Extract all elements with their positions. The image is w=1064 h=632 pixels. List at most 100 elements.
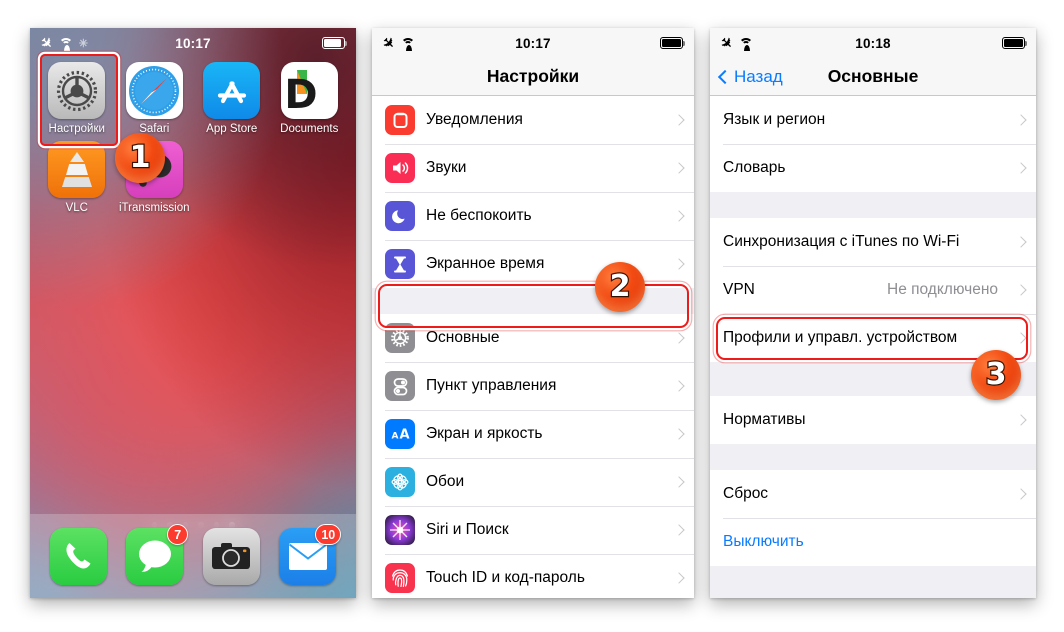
status-right-icons [322, 37, 348, 49]
phone-handset-icon [49, 527, 107, 585]
row-label: Основные [426, 329, 500, 346]
app-store-icon [203, 62, 261, 119]
gear-glyph [56, 70, 97, 111]
general-row-vpn[interactable]: VPN Не подключено [710, 266, 1036, 314]
vlc-cone-icon [48, 141, 106, 198]
settings-row-display-brightness[interactable]: A A Экран и яркость [372, 410, 694, 458]
home-app-grid: Настройки Safari App Store D Documents V… [30, 58, 356, 214]
compass-glyph [129, 65, 180, 116]
chevron-right-icon [1015, 332, 1027, 344]
general-row-language-region[interactable]: Язык и регион [710, 96, 1036, 144]
app-app-store[interactable]: App Store [195, 62, 269, 135]
general-row-dictionary[interactable]: Словарь [710, 144, 1036, 192]
app-settings[interactable]: Настройки [40, 62, 114, 135]
general-row-shutdown[interactable]: Выключить [710, 518, 1036, 566]
chevron-right-icon [673, 476, 685, 488]
group-separator [710, 444, 1036, 470]
chevron-right-icon [1015, 162, 1027, 174]
settings-group-2: Основные Пункт управления A A Экран и яр… [372, 314, 694, 598]
chevron-right-icon [673, 524, 685, 536]
row-label: Язык и регион [723, 111, 826, 128]
chevron-right-icon [673, 114, 685, 126]
general-nav-bar: Назад Основные [710, 58, 1036, 96]
app-vlc[interactable]: VLC [40, 141, 114, 214]
group-separator [710, 192, 1036, 218]
chevron-right-icon [1015, 236, 1027, 248]
app-safari[interactable]: Safari [118, 62, 192, 135]
step-number: 2 [608, 269, 631, 304]
home-dock: 7 10 [30, 514, 356, 598]
svg-text:D: D [284, 72, 317, 118]
row-label: Профили и управл. устройством [723, 329, 958, 346]
row-label: Нормативы [723, 411, 806, 428]
control-center-icon [385, 371, 415, 401]
battery-icon [1002, 37, 1028, 49]
row-label: Экранное время [426, 255, 545, 272]
app-label: Настройки [48, 123, 105, 135]
app-label: iTransmission [118, 202, 190, 214]
row-label: Пункт управления [426, 377, 557, 394]
svg-text:A: A [399, 428, 409, 443]
app-store-glyph [217, 80, 246, 103]
settings-row-notifications[interactable]: Уведомления [372, 96, 694, 144]
general-row-regulatory[interactable]: Нормативы [710, 396, 1036, 444]
settings-row-control-center[interactable]: Пункт управления [372, 362, 694, 410]
battery-icon [322, 37, 348, 49]
settings-row-wallpaper[interactable]: Обои [372, 458, 694, 506]
settings-status-bar: ✈ 10:17 [372, 28, 694, 58]
display-brightness-icon: A A [385, 419, 415, 449]
dock-app-mail[interactable]: 10 [279, 523, 342, 585]
notifications-icon [385, 105, 415, 135]
row-label: VPN [723, 281, 755, 298]
vlc-glyph [61, 151, 92, 187]
chevron-right-icon [673, 210, 685, 222]
dock-app-messages[interactable]: 7 [126, 523, 189, 585]
chevron-right-icon [1015, 414, 1027, 426]
row-label: Сброс [723, 485, 769, 502]
step-badge-1: 1 [115, 133, 165, 183]
general-row-itunes-wifi-sync[interactable]: Синхронизация с iTunes по Wi-Fi [710, 218, 1036, 266]
settings-row-sounds[interactable]: Звуки [372, 144, 694, 192]
dock-app-phone[interactable] [49, 527, 107, 585]
siri-icon [385, 515, 415, 545]
chevron-right-icon [1015, 114, 1027, 126]
documents-d-icon: D [280, 62, 338, 119]
row-label: Экран и яркость [426, 425, 543, 442]
status-clock: 10:17 [515, 35, 551, 51]
settings-row-touch-id[interactable]: Touch ID и код-пароль [372, 554, 694, 598]
settings-row-do-not-disturb[interactable]: Не беспокоить [372, 192, 694, 240]
general-row-reset[interactable]: Сброс [710, 470, 1036, 518]
settings-gear-icon [48, 62, 106, 119]
chevron-right-icon [673, 258, 685, 270]
settings-row-screen-time[interactable]: Экранное время [372, 240, 694, 288]
screenshot-stage: ✈ ✳ 10:17 Настройки Safari App Store D D… [0, 0, 1064, 632]
touch-id-fingerprint-icon [385, 563, 415, 593]
chevron-right-icon [673, 572, 685, 584]
settings-list[interactable]: Уведомления Звуки Не беспокоить Экранное… [372, 96, 694, 598]
general-list[interactable]: Язык и регион Словарь Синхронизация с iT… [710, 96, 1036, 598]
app-documents[interactable]: D Documents [273, 62, 347, 135]
iphone-home-screen: ✈ ✳ 10:17 Настройки Safari App Store D D… [30, 28, 356, 598]
general-group-2: Синхронизация с iTunes по Wi-Fi VPN Не п… [710, 218, 1036, 362]
row-label: Touch ID и код-пароль [426, 569, 585, 586]
badge-mail: 10 [315, 523, 342, 545]
chevron-right-icon [673, 162, 685, 174]
status-right-icons [1002, 37, 1028, 49]
row-value: Не подключено [887, 281, 998, 298]
status-clock: 10:17 [175, 35, 211, 51]
bubble-glyph [138, 540, 171, 572]
row-label: Обои [426, 473, 465, 490]
iphone-settings-screen: ✈ 10:17 Настройки Уведомления Звуки Не б… [372, 28, 694, 598]
general-gear-icon [385, 323, 415, 353]
back-button[interactable]: Назад [717, 67, 783, 87]
row-label: Siri и Поиск [426, 521, 509, 538]
app-label: App Store [206, 123, 258, 135]
camera-glyph [212, 543, 251, 569]
dock-app-camera[interactable] [202, 527, 260, 585]
general-status-bar: ✈ 10:18 [710, 28, 1036, 58]
settings-row-general[interactable]: Основные [372, 314, 694, 362]
settings-row-siri[interactable]: Siri и Поиск [372, 506, 694, 554]
home-status-bar: ✈ ✳ 10:17 [30, 28, 356, 58]
general-group-3: Нормативы [710, 396, 1036, 444]
row-label: Не беспокоить [426, 207, 532, 224]
